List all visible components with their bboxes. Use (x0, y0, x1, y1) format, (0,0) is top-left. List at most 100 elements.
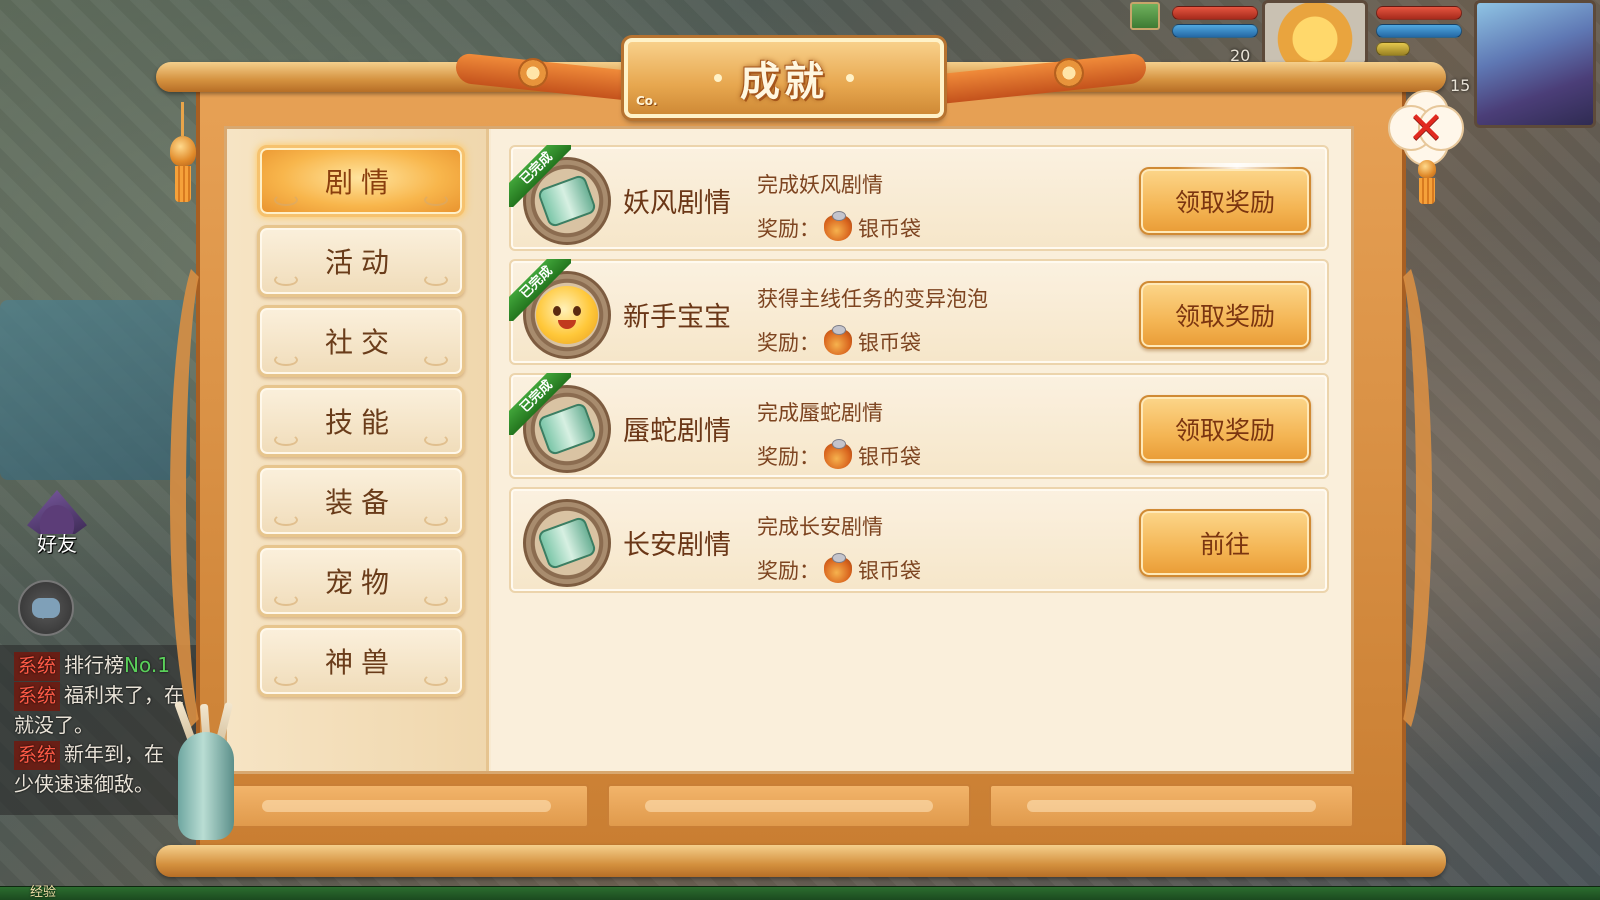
footer-panel (606, 784, 972, 828)
swirl-ornament (424, 274, 448, 286)
completed-badge: 已完成 (509, 145, 571, 207)
claim-reward-button[interactable]: 领取奖励 (1139, 395, 1311, 463)
silver-bag-icon (824, 325, 852, 355)
frame-ornament-right (1362, 248, 1432, 748)
swirl-ornament (274, 594, 298, 606)
silver-bag-icon (824, 439, 852, 469)
completed-label: 已完成 (509, 373, 571, 435)
tassel-fringe (175, 166, 191, 202)
tab-equipment[interactable]: 装备 (257, 465, 465, 537)
reward-label: 奖励： (757, 217, 820, 241)
system-tag: 系统 (14, 741, 61, 770)
reward-item: 银币袋 (858, 331, 921, 355)
tab-pet[interactable]: 宠物 (257, 545, 465, 617)
scroll-icon (523, 499, 611, 587)
swirl-ornament (424, 674, 448, 686)
chat-button[interactable] (18, 580, 74, 636)
completed-label: 已完成 (509, 259, 571, 321)
title-dot (714, 74, 722, 82)
system-tag: 系统 (14, 682, 61, 711)
completed-badge: 已完成 (509, 373, 571, 435)
title-banner: 成就 Co. (456, 38, 1146, 128)
achievement-description: 完成长安剧情 (757, 515, 883, 539)
swirl-ornament (424, 354, 448, 366)
knob-ornament (1054, 58, 1084, 88)
reward-label: 奖励： (757, 559, 820, 583)
reward-item: 银币袋 (858, 559, 921, 583)
claim-reward-button[interactable]: 领取奖励 (1139, 167, 1311, 235)
achievement-description: 获得主线任务的变异泡泡 (757, 287, 988, 311)
window-body: 剧情 活动 社交 技能 装备 宠物 神兽 已完成 妖风剧情 完成妖风剧情 奖励：… (224, 126, 1354, 774)
scroll-rod-bottom (156, 845, 1446, 877)
scroll-graphic (536, 515, 598, 571)
achievement-row: 已完成 妖风剧情 完成妖风剧情 奖励： 银币袋 领取奖励 (509, 145, 1329, 251)
corner-mark: Co. (636, 94, 658, 108)
tab-activity[interactable]: 活动 (257, 225, 465, 297)
hero-bars (1376, 2, 1462, 60)
tassel-left (170, 102, 196, 202)
swirl-ornament (274, 274, 298, 286)
window-footer (224, 784, 1355, 828)
hero-mp-bar (1376, 24, 1462, 38)
title-plaque: 成就 Co. (624, 38, 944, 118)
swirl-ornament (424, 594, 448, 606)
reward-item: 银币袋 (858, 217, 921, 241)
achievement-row: 已完成 蜃蛇剧情 完成蜃蛇剧情 奖励： 银币袋 领取奖励 (509, 373, 1329, 479)
reward-label: 奖励： (757, 331, 820, 355)
vase-body (178, 732, 234, 840)
sparkle-effect (1177, 163, 1297, 169)
pet-hp-bar (1172, 6, 1258, 20)
experience-bar (0, 886, 1600, 900)
swirl-ornament (424, 514, 448, 526)
achievement-reward: 奖励： 银币袋 (757, 325, 921, 357)
achievement-name: 妖风剧情 (623, 188, 731, 219)
tab-label: 活动 (324, 246, 397, 279)
swirl-ornament (274, 514, 298, 526)
go-button[interactable]: 前往 (1139, 509, 1311, 577)
achievement-list[interactable]: 已完成 妖风剧情 完成妖风剧情 奖励： 银币袋 领取奖励 已完成 新手宝宝 获得… (491, 129, 1351, 771)
chat-bubble-icon (32, 598, 60, 619)
reward-item: 银币袋 (858, 445, 921, 469)
pet-portrait[interactable] (1262, 0, 1368, 66)
claim-reward-button[interactable]: 领取奖励 (1139, 281, 1311, 349)
footer-panel (989, 784, 1355, 828)
achievement-name: 蜃蛇剧情 (623, 416, 731, 447)
swirl-ornament (424, 434, 448, 446)
vase-decoration (173, 700, 234, 840)
system-tag: 系统 (14, 652, 61, 681)
swirl-ornament (424, 194, 448, 206)
achievement-row: 长安剧情 完成长安剧情 奖励： 银币袋 前往 (509, 487, 1329, 593)
achievement-window: 剧情 活动 社交 技能 装备 宠物 神兽 已完成 妖风剧情 完成妖风剧情 奖励：… (156, 38, 1446, 877)
close-button[interactable]: ✕ (1388, 90, 1464, 166)
achievement-reward: 奖励： 银币袋 (757, 553, 921, 585)
knob-ornament (518, 58, 548, 88)
swirl-ornament (274, 194, 298, 206)
reward-label: 奖励： (757, 445, 820, 469)
tab-social[interactable]: 社交 (257, 305, 465, 377)
friends-button[interactable]: 好友 (22, 490, 92, 560)
tab-label: 神兽 (324, 646, 397, 679)
buff-icon[interactable] (1130, 2, 1160, 30)
achievement-description: 完成蜃蛇剧情 (757, 401, 883, 425)
achievement-description: 完成妖风剧情 (757, 173, 883, 197)
tab-divine-beast[interactable]: 神兽 (257, 625, 465, 697)
category-sidebar: 剧情 活动 社交 技能 装备 宠物 神兽 (227, 129, 489, 771)
ribbon-right (926, 52, 1146, 106)
hero-xp-bar (1376, 42, 1411, 56)
swirl-ornament (274, 674, 298, 686)
silver-bag-icon (824, 553, 852, 583)
hero-hp-bar (1376, 6, 1462, 20)
title-dot (846, 74, 854, 82)
tab-story[interactable]: 剧情 (257, 145, 465, 217)
tab-skill[interactable]: 技能 (257, 385, 465, 457)
chat-text: 排行榜 (64, 653, 125, 677)
chat-text: 新年到，在 (64, 742, 165, 766)
hero-portrait[interactable] (1474, 0, 1596, 128)
tab-label: 宠物 (324, 566, 397, 599)
close-icon: ✕ (1407, 102, 1445, 154)
achievement-name: 新手宝宝 (623, 302, 731, 333)
tassel-right (1418, 160, 1436, 204)
window-title: 成就 (740, 59, 828, 105)
swirl-ornament (274, 434, 298, 446)
completed-badge: 已完成 (509, 259, 571, 321)
